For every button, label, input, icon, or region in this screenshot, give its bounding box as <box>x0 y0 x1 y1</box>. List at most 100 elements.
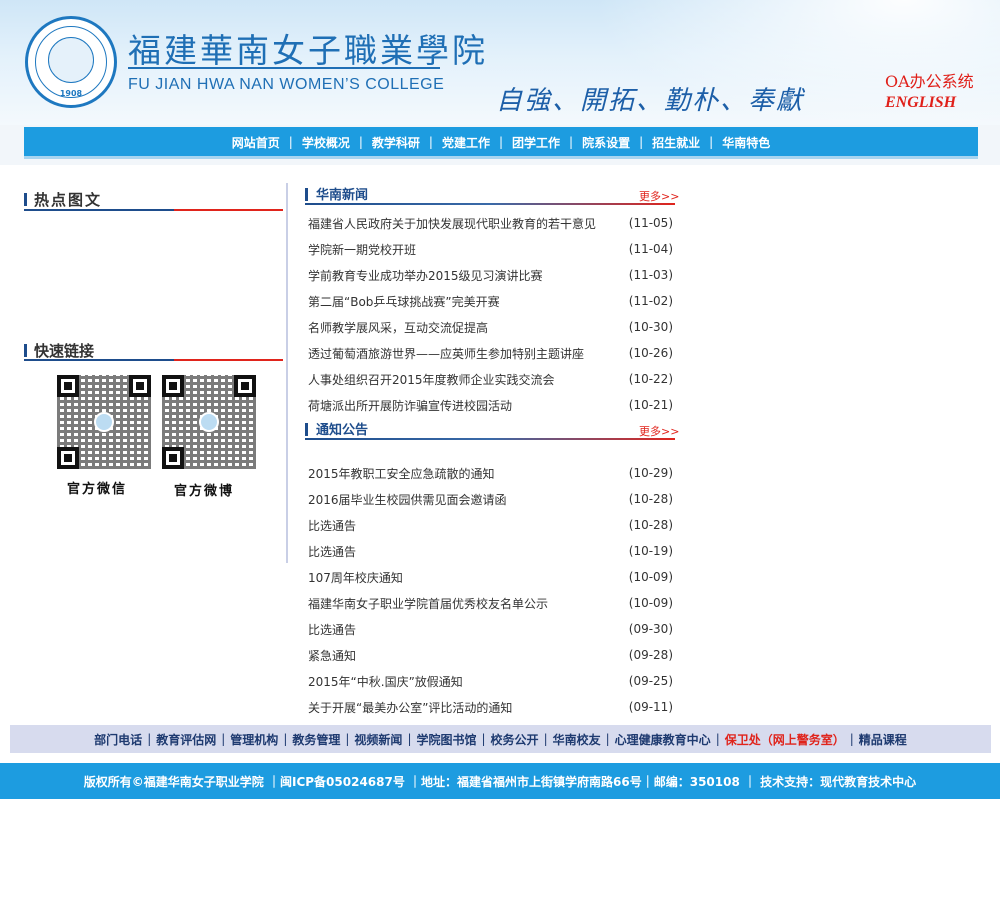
nav-item[interactable]: 学校概况 <box>302 134 350 151</box>
news-link[interactable]: 透过葡萄酒旅游世界——应英师生参加特别主题讲座 <box>308 345 584 362</box>
college-name-cn: 福建華南女子職業學院 <box>128 31 488 70</box>
list-item: 比选通告 (10-19) <box>305 538 677 564</box>
list-item: 名师教学展风采，互动交流促提高 (10-30) <box>305 314 677 340</box>
college-seal-logo[interactable]: 1908 <box>25 16 117 108</box>
news-title: 华南新闻 <box>316 188 369 203</box>
qr-finder <box>234 375 256 397</box>
news-heading: 华南新闻 <box>305 184 368 203</box>
main-nav: 网站首页 | 学校概况 | 教学科研 | 党建工作 | 团学工作 | 院系设置 | 招生就业 | 华南特色 <box>24 127 978 159</box>
footer-copyright: 版权所有©福建华南女子职业学院 ｜闽ICP备05024687号 ｜地址：福建省福… <box>83 774 917 789</box>
nav-separator: | <box>569 135 574 149</box>
notice-link[interactable]: 比选通告 <box>308 517 356 534</box>
notice-link[interactable]: 107周年校庆通知 <box>308 569 403 586</box>
item-date: (11-02) <box>628 294 673 308</box>
nav-item[interactable]: 网站首页 <box>232 134 280 151</box>
item-date: (11-04) <box>628 242 673 256</box>
list-item: 关于开展“最美办公室”评比活动的通知 (09-11) <box>305 694 677 720</box>
notice-link[interactable]: 比选通告 <box>308 543 356 560</box>
heading-marker <box>24 193 27 206</box>
friendly-link[interactable]: 精品课程 <box>859 731 907 748</box>
list-item: 透过葡萄酒旅游世界——应英师生参加特别主题讲座 (10-26) <box>305 340 677 366</box>
news-link[interactable]: 学前教育专业成功举办2015级见习演讲比赛 <box>308 267 543 284</box>
list-item: 学院新一期党校开班 (11-04) <box>305 236 677 262</box>
nav-item[interactable]: 招生就业 <box>652 134 700 151</box>
friendly-link[interactable]: 学院图书馆 <box>416 731 476 748</box>
notice-link[interactable]: 2016届毕业生校园供需见面会邀请函 <box>308 491 507 508</box>
list-item: 2016届毕业生校园供需见面会邀请函 (10-28) <box>305 486 677 512</box>
qr-finder <box>57 447 79 469</box>
nav-separator: | <box>288 135 293 149</box>
site-footer: 版权所有©福建华南女子职业学院 ｜闽ICP备05024687号 ｜地址：福建省福… <box>0 763 1000 799</box>
link-separator: | <box>147 732 152 746</box>
item-date: (10-19) <box>628 544 673 558</box>
nav-separator: | <box>498 135 504 149</box>
notice-link[interactable]: 紧急通知 <box>308 647 356 664</box>
nav-item[interactable]: 院系设置 <box>582 134 630 151</box>
quick-links-title: 快速链接 <box>34 342 95 360</box>
list-item: 人事处组织召开2015年度教师企业实践交流会 (10-22) <box>305 366 677 392</box>
friendly-link[interactable]: 教育评估网 <box>156 731 216 748</box>
wechat-qr-code[interactable] <box>57 375 151 469</box>
friendly-link[interactable]: 校务公开 <box>491 731 539 748</box>
item-date: (10-28) <box>628 518 673 532</box>
hot-news-underline <box>24 209 283 211</box>
notice-link[interactable]: 福建华南女子职业学院首届优秀校友名单公示 <box>308 595 548 612</box>
notices-list: 2015年教职工安全应急疏散的通知 (10-29) 2016届毕业生校园供需见面会邀… <box>305 460 677 720</box>
list-item: 荷塘派出所开展防诈骗宣传进校园活动 (10-21) <box>305 392 677 418</box>
notice-link[interactable]: 2015年教职工安全应急疏散的通知 <box>308 465 495 482</box>
link-separator: | <box>407 732 412 746</box>
heading-marker <box>305 423 308 436</box>
nav-item[interactable]: 教学科研 <box>372 134 420 151</box>
news-list: 福建省人民政府关于加快发展现代职业教育的若干意见 (11-05) 学院新一期党校开班… <box>305 210 677 418</box>
item-date: (11-03) <box>628 268 673 282</box>
friendly-link[interactable]: 部门电话 <box>94 731 142 748</box>
list-item: 2015年“中秋.国庆”放假通知 (09-25) <box>305 668 677 694</box>
news-link[interactable]: 第二届“Bob乒乓球挑战赛”完美开赛 <box>308 293 500 310</box>
list-item: 学前教育专业成功举办2015级见习演讲比赛 (11-03) <box>305 262 677 288</box>
nav-item[interactable]: 党建工作 <box>442 134 490 151</box>
item-date: (09-30) <box>628 622 673 636</box>
nav-separator: | <box>358 135 363 149</box>
qr-logo <box>199 412 219 432</box>
link-separator: | <box>345 732 350 746</box>
news-link[interactable]: 名师教学展风采，互动交流促提高 <box>308 319 488 336</box>
qr-finder <box>162 375 184 397</box>
notice-link[interactable]: 2015年“中秋.国庆”放假通知 <box>308 673 463 690</box>
qr-finder <box>57 375 79 397</box>
qr-finder <box>129 375 151 397</box>
seal-emblem <box>48 37 94 83</box>
friendly-link[interactable]: 保卫处（网上警务室） <box>725 731 845 748</box>
friendly-link[interactable]: 心理健康教育中心 <box>615 731 711 748</box>
friendly-link[interactable]: 华南校友 <box>553 731 601 748</box>
item-date: (09-11) <box>628 700 673 714</box>
friendly-link[interactable]: 教务管理 <box>292 731 340 748</box>
column-divider <box>286 183 288 563</box>
notices-more-link[interactable]: 更多>> <box>639 423 679 439</box>
quick-links-heading: 快速链接 <box>24 340 94 361</box>
news-link[interactable]: 福建省人民政府关于加快发展现代职业教育的若干意见 <box>308 215 596 232</box>
item-date: (10-09) <box>628 596 673 610</box>
notice-link[interactable]: 比选通告 <box>308 621 356 638</box>
nav-item[interactable]: 华南特色 <box>722 134 770 151</box>
heading-marker <box>24 344 27 357</box>
friendly-link[interactable]: 管理机构 <box>230 731 278 748</box>
english-site-link[interactable]: ENGLISH <box>885 94 956 112</box>
notice-link[interactable]: 关于开展“最美办公室”评比活动的通知 <box>308 699 512 716</box>
friendly-link[interactable]: 视频新闻 <box>354 731 402 748</box>
oa-system-link[interactable]: OA办公系统 <box>885 68 974 92</box>
notices-underline <box>305 438 675 440</box>
nav-item[interactable]: 团学工作 <box>512 134 560 151</box>
qr-logo <box>94 412 114 432</box>
list-item: 2015年教职工安全应急疏散的通知 (10-29) <box>305 460 677 486</box>
news-link[interactable]: 荷塘派出所开展防诈骗宣传进校园活动 <box>308 397 512 414</box>
news-link[interactable]: 人事处组织召开2015年度教师企业实践交流会 <box>308 371 555 388</box>
link-separator: | <box>715 732 720 746</box>
college-motto: 自強、開拓、勤朴、奉獻 <box>496 86 805 116</box>
friendly-links-bar: 部门电话 | 教育评估网 | 管理机构 | 教务管理 | 视频新闻 | 学院图书馆 | 校务公开 | 华南校… <box>10 725 991 753</box>
link-separator: | <box>481 732 486 746</box>
item-date: (10-26) <box>628 346 673 360</box>
main-nav-items: 网站首页 | 学校概况 | 教学科研 | 党建工作 | 团学工作 | 院系设置 | 招生就业 | 华南特色 <box>24 127 978 157</box>
news-more-link[interactable]: 更多>> <box>639 188 679 204</box>
news-link[interactable]: 学院新一期党校开班 <box>308 241 416 258</box>
weibo-qr-code[interactable] <box>162 375 256 469</box>
